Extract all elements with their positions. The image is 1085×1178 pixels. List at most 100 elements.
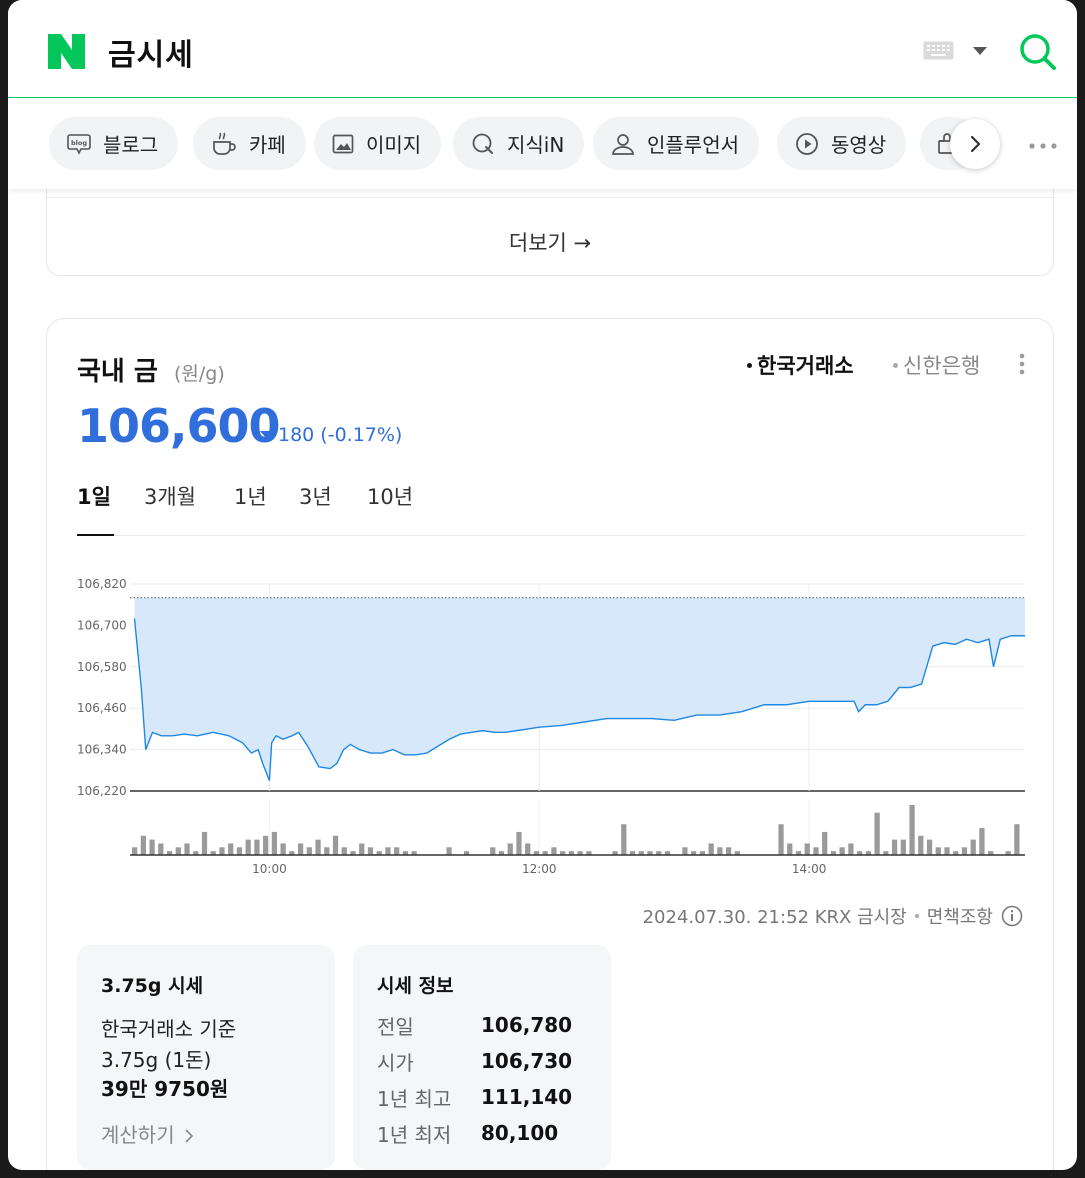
source-label: 신한은행 xyxy=(903,354,981,378)
info-label: 1년 최고 xyxy=(377,1087,452,1111)
chart-area xyxy=(134,597,1025,781)
info-value: 106,730 xyxy=(481,1049,573,1073)
weight-text: 3.75g (1돈) xyxy=(101,1048,212,1072)
knowledge-icon xyxy=(472,133,493,154)
tab-label: 동영상 xyxy=(831,133,887,157)
period-tab-10y[interactable]: 10년 xyxy=(367,481,413,511)
source-krx[interactable]: 한국거래소 xyxy=(747,350,854,380)
volume-bar xyxy=(341,847,347,855)
volume-bar xyxy=(446,847,452,855)
active-period-underline xyxy=(77,534,114,536)
person-icon xyxy=(612,133,634,155)
weight-price: 39만 9750원 xyxy=(101,1077,229,1101)
x-tick-label: 12:00 xyxy=(522,862,557,876)
volume-bar xyxy=(254,839,260,855)
search-tabs: blog 블로그 카페 이미지 지식iN 인플루언서 동영상 xyxy=(8,99,1077,189)
price-unit: (원/g) xyxy=(174,363,225,385)
volume-bar xyxy=(332,835,339,855)
volume-bar xyxy=(507,843,513,855)
source-shinhan[interactable]: 신한은행 xyxy=(893,350,980,380)
x-tick-label: 14:00 xyxy=(792,862,827,876)
volume-bar xyxy=(979,828,985,855)
basis-text: 한국거래소 기준 xyxy=(101,1017,237,1041)
volume-bar xyxy=(874,812,880,855)
volume-bar xyxy=(228,843,234,855)
calculate-link[interactable]: 계산하기 xyxy=(101,1119,194,1148)
period-tab-1d[interactable]: 1일 xyxy=(77,481,111,511)
volume-bar xyxy=(551,847,557,855)
tab-label: 인플루언서 xyxy=(647,133,739,157)
volume-bar xyxy=(297,843,304,855)
volume-bar xyxy=(490,847,496,855)
y-tick-label: 106,700 xyxy=(77,618,127,632)
volume-bar xyxy=(970,839,976,855)
chevron-right-icon xyxy=(185,1129,194,1143)
tab-blog[interactable]: blog 블로그 xyxy=(49,117,179,170)
separator-dot xyxy=(914,914,919,918)
volume-bar xyxy=(315,839,321,855)
source-label: 한국거래소 xyxy=(757,354,854,378)
keyboard-icon[interactable] xyxy=(923,41,954,60)
x-tick-label: 10:00 xyxy=(252,862,287,876)
info-value: 80,100 xyxy=(481,1121,559,1145)
period-tab-1y[interactable]: 1년 xyxy=(234,481,267,511)
more-link[interactable]: 더보기 → xyxy=(47,227,1053,257)
tab-influencer[interactable]: 인플루언서 xyxy=(593,117,759,170)
volume-bar xyxy=(236,847,243,855)
naver-logo-icon[interactable] xyxy=(48,34,85,69)
tab-label: 블로그 xyxy=(103,133,159,157)
y-tick-label: 106,340 xyxy=(77,743,127,757)
tab-cafe[interactable]: 카페 xyxy=(193,117,306,170)
volume-bar xyxy=(306,847,312,855)
svg-text:blog: blog xyxy=(71,139,87,147)
current-price: 106,600 xyxy=(77,399,281,453)
blog-icon: blog xyxy=(67,133,91,155)
volume-bar xyxy=(621,824,627,855)
info-icon[interactable] xyxy=(1001,905,1023,927)
y-tick-label: 106,820 xyxy=(77,577,127,591)
cafe-cup-icon xyxy=(213,132,236,155)
down-triangle-icon xyxy=(260,430,272,438)
box-title: 시세 정보 xyxy=(377,975,454,997)
volume-bar xyxy=(245,839,251,855)
volume-bar xyxy=(140,835,146,855)
info-label: 시가 xyxy=(377,1051,414,1075)
tab-video[interactable]: 동영상 xyxy=(777,117,907,170)
kebab-menu-icon[interactable] xyxy=(1019,353,1025,375)
volume-bar xyxy=(726,847,732,855)
volume-bar xyxy=(367,847,374,855)
timestamp: 2024.07.30. 21:52 KRX 금시장 xyxy=(642,907,907,928)
volume-bar xyxy=(280,843,286,855)
volume-bar xyxy=(944,847,950,855)
tab-knowledge[interactable]: 지식iN xyxy=(453,117,585,170)
more-menu-icon[interactable] xyxy=(1029,143,1059,149)
price-change-value: 180 (-0.17%) xyxy=(278,424,403,446)
volume-bar xyxy=(263,835,269,855)
y-tick-label: 106,220 xyxy=(77,784,127,798)
disclaimer-link[interactable]: 면책조항 xyxy=(927,903,993,929)
weight-price-box: 3.75g 시세 한국거래소 기준 3.75g (1돈) 39만 9750원 계… xyxy=(77,945,335,1170)
volume-bar xyxy=(891,839,898,855)
volume-bar xyxy=(813,847,819,855)
volume-bar xyxy=(149,839,155,855)
volume-bar xyxy=(682,847,688,855)
timestamp-row: 2024.07.30. 21:52 KRX 금시장 면책조항 xyxy=(643,903,1023,929)
y-tick-label: 106,580 xyxy=(77,660,127,674)
volume-bar xyxy=(900,839,906,855)
volume-bar xyxy=(525,843,531,855)
period-tab-3y[interactable]: 3년 xyxy=(299,481,332,511)
volume-bar xyxy=(935,847,941,855)
tab-image[interactable]: 이미지 xyxy=(314,117,442,170)
tabs-next-button[interactable] xyxy=(950,119,1000,169)
tab-label: 이미지 xyxy=(366,133,422,157)
play-icon xyxy=(796,132,818,155)
tab-label: 카페 xyxy=(249,133,286,157)
keyboard-dropdown-icon[interactable] xyxy=(973,47,987,55)
search-icon[interactable] xyxy=(1018,32,1058,72)
period-tab-3m[interactable]: 3개월 xyxy=(144,481,196,511)
price-chart[interactable]: 106,820 106,700 106,580 106,460 106,340 106,2… xyxy=(47,559,1055,879)
volume-bar xyxy=(201,831,208,855)
search-query[interactable]: 금시세 xyxy=(108,30,194,74)
volume-bar xyxy=(219,847,225,855)
volume-bar xyxy=(848,843,854,855)
